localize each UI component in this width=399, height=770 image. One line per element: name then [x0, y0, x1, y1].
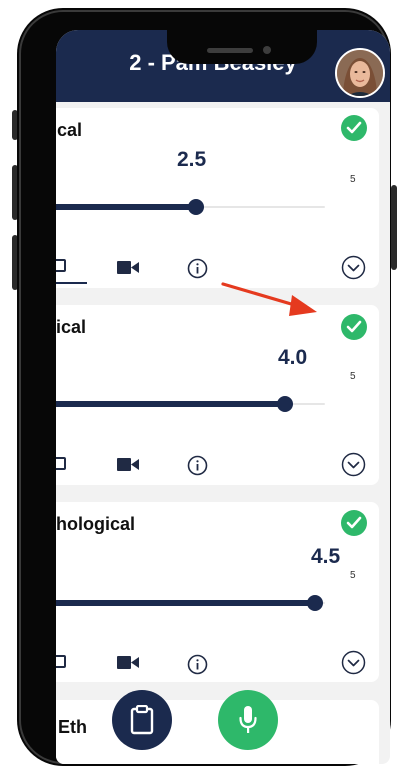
phone-notch [167, 18, 317, 64]
speaker-grille [207, 48, 253, 53]
annotation-arrow-icon [221, 282, 317, 316]
front-camera [263, 46, 271, 54]
